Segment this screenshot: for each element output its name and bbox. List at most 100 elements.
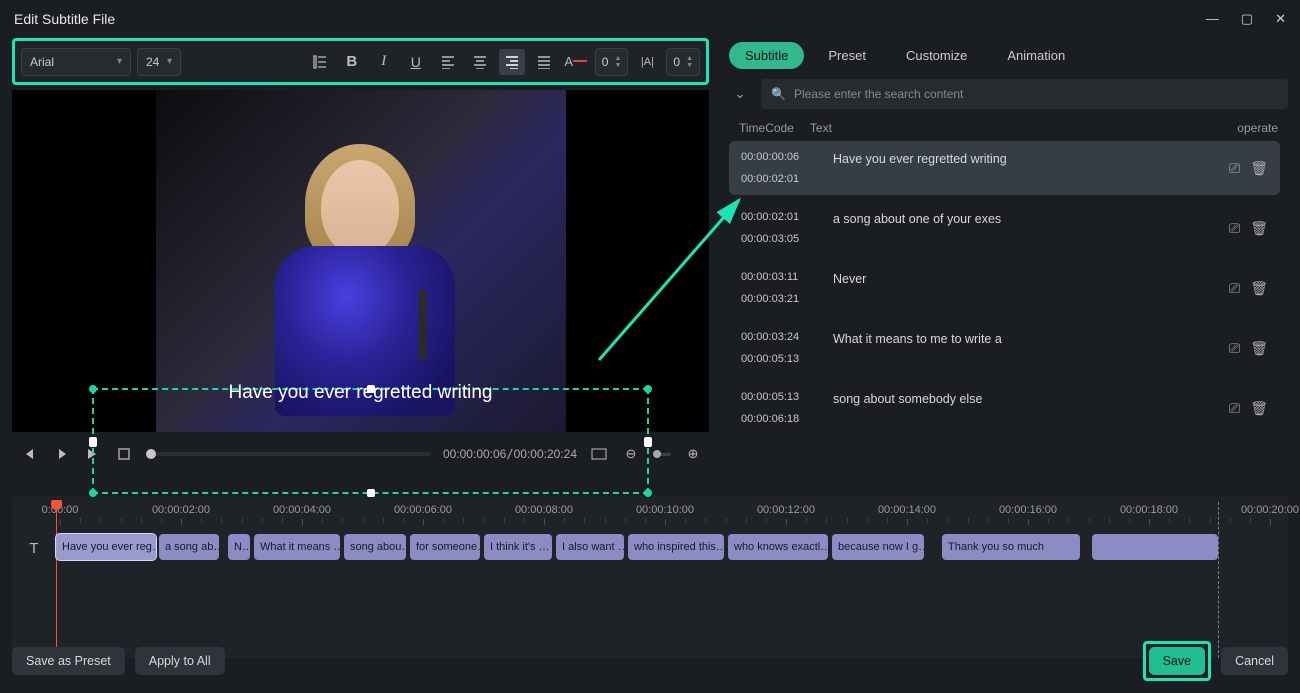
char-spacing-input[interactable]: 0 ▲▼ [595, 48, 629, 76]
zoom-in-button[interactable]: ⊕ [683, 444, 703, 464]
seek-slider[interactable] [146, 452, 431, 456]
header-timecode: TimeCode [739, 121, 794, 135]
video-preview[interactable]: Have you ever regretted writing [12, 90, 709, 432]
timeline-clip[interactable]: I also want … [556, 534, 624, 560]
save-preset-button[interactable]: Save as Preset [12, 647, 125, 675]
split-icon[interactable]: ⎚ [1229, 220, 1240, 237]
delete-icon[interactable]: 🗑 [1250, 340, 1268, 357]
timeline-clip[interactable]: who inspired this… [628, 534, 724, 560]
align-justify-button[interactable] [531, 49, 557, 75]
timeline-clip[interactable]: Have you ever reg… [56, 534, 156, 560]
subtitle-row[interactable]: 00:00:00:0600:00:02:01 Have you ever reg… [729, 141, 1280, 195]
timeline-clip[interactable]: song abou… [344, 534, 406, 560]
line-spacing-value: 0 [673, 55, 680, 69]
timeline-clip[interactable]: Thank you so much [942, 534, 1080, 560]
row-text: What it means to me to write a [833, 331, 1211, 346]
chevron-down-icon: ▾ [167, 56, 172, 67]
timeline-clip[interactable]: for someone… [410, 534, 480, 560]
timeline-clip[interactable] [1092, 534, 1218, 560]
row-actions: ⎚ 🗑 [1229, 280, 1268, 297]
char-spacing-value: 0 [602, 55, 609, 69]
row-text: Have you ever regretted writing [833, 151, 1211, 166]
subtitle-row[interactable]: 00:00:03:2400:00:05:13 What it means to … [729, 321, 1280, 375]
timeline-clip[interactable]: because now I g… [832, 534, 924, 560]
row-times: 00:00:05:1300:00:06:18 [741, 391, 815, 425]
row-actions: ⎚ 🗑 [1229, 340, 1268, 357]
window-controls: ― ▢ ✕ [1206, 11, 1286, 27]
timeline-clip[interactable]: who knows exactl… [728, 534, 828, 560]
ruler-tick: 00:00:20:00 [1241, 504, 1299, 525]
subtitle-list-header: TimeCode Text operate [729, 115, 1288, 141]
text-track-icon: T [22, 534, 46, 562]
subtitle-row[interactable]: 00:00:05:1300:00:06:18 song about somebo… [729, 381, 1280, 435]
timeline-clip[interactable]: I think it's … [484, 534, 552, 560]
video-frame [156, 90, 566, 432]
apply-all-button[interactable]: Apply to All [135, 647, 225, 675]
play-button[interactable] [50, 444, 70, 464]
stepper-icon[interactable]: ▲▼ [614, 55, 621, 69]
zoom-slider[interactable] [653, 453, 671, 456]
timeline-clip[interactable]: a song ab… [159, 534, 219, 560]
subtitle-row[interactable]: 00:00:03:1100:00:03:21 Never ⎚ 🗑 [729, 261, 1280, 315]
bold-button[interactable]: B [339, 49, 365, 75]
align-right-button[interactable] [499, 49, 525, 75]
align-center-button[interactable] [467, 49, 493, 75]
subtitle-rows: 00:00:00:0600:00:02:01 Have you ever reg… [729, 141, 1288, 435]
tab-animation[interactable]: Animation [991, 42, 1081, 69]
row-times: 00:00:03:2400:00:05:13 [741, 331, 815, 365]
row-times: 00:00:03:1100:00:03:21 [741, 271, 815, 305]
prev-frame-button[interactable] [18, 444, 38, 464]
delete-icon[interactable]: 🗑 [1250, 220, 1268, 237]
letter-spacing-icon[interactable]: |A| [634, 49, 660, 75]
line-spacing-input[interactable]: 0 ▲▼ [666, 48, 700, 76]
close-icon[interactable]: ✕ [1275, 11, 1286, 27]
timeline-clip[interactable]: N… [228, 534, 250, 560]
delete-icon[interactable]: 🗑 [1250, 400, 1268, 417]
italic-button[interactable]: I [371, 49, 397, 75]
header-text: Text [810, 121, 832, 135]
underline-button[interactable]: U [403, 49, 429, 75]
save-highlight: Save [1143, 641, 1212, 681]
header-operate: operate [1237, 121, 1278, 135]
titlebar: Edit Subtitle File ― ▢ ✕ [0, 0, 1300, 38]
chevron-down-icon: ▾ [117, 56, 122, 67]
timeline-ruler[interactable]: 0:00:0000:00:02:0000:00:04:0000:00:06:00… [60, 504, 1278, 532]
row-actions: ⎚ 🗑 [1229, 220, 1268, 237]
search-input[interactable]: 🔍 Please enter the search content [761, 79, 1288, 109]
tab-preset[interactable]: Preset [812, 42, 882, 69]
row-times: 00:00:00:0600:00:02:01 [741, 151, 815, 185]
save-button[interactable]: Save [1149, 647, 1206, 675]
minimize-icon[interactable]: ― [1206, 11, 1219, 27]
footer-bar: Save as Preset Apply to All Save Cancel [0, 629, 1300, 693]
font-size-value: 24 [146, 55, 159, 69]
split-icon[interactable]: ⎚ [1229, 280, 1240, 297]
cancel-button[interactable]: Cancel [1221, 647, 1288, 675]
stepper-icon[interactable]: ▲▼ [686, 55, 693, 69]
align-left-button[interactable] [435, 49, 461, 75]
font-family-select[interactable]: Arial ▾ [21, 48, 131, 76]
split-icon[interactable]: ⎚ [1229, 160, 1240, 177]
window-title: Edit Subtitle File [14, 11, 115, 27]
text-color-button[interactable]: A [563, 49, 589, 75]
font-family-value: Arial [30, 55, 54, 69]
panel-tabs: Subtitle Preset Customize Animation [729, 38, 1288, 79]
tab-subtitle[interactable]: Subtitle [729, 42, 804, 69]
line-height-icon[interactable] [307, 49, 333, 75]
split-icon[interactable]: ⎚ [1229, 400, 1240, 417]
row-text: a song about one of your exes [833, 211, 1211, 226]
split-icon[interactable]: ⎚ [1229, 340, 1240, 357]
delete-icon[interactable]: 🗑 [1250, 160, 1268, 177]
font-size-select[interactable]: 24 ▾ [137, 48, 181, 76]
subtitle-overlay-text: Have you ever regretted writing [12, 382, 709, 404]
delete-icon[interactable]: 🗑 [1250, 280, 1268, 297]
tab-customize[interactable]: Customize [890, 42, 983, 69]
subtitle-row[interactable]: 00:00:02:0100:00:03:05 a song about one … [729, 201, 1280, 255]
timeline-clip[interactable]: What it means … [254, 534, 340, 560]
search-icon: 🔍 [771, 87, 786, 101]
row-text: Never [833, 271, 1211, 286]
row-times: 00:00:02:0100:00:03:05 [741, 211, 815, 245]
collapse-chevron-icon[interactable]: ⌄ [729, 86, 751, 102]
maximize-icon[interactable]: ▢ [1241, 11, 1253, 27]
search-placeholder: Please enter the search content [794, 87, 963, 101]
text-format-toolbar: Arial ▾ 24 ▾ B I U A 0 ▲▼ |A| 0 [12, 38, 709, 85]
